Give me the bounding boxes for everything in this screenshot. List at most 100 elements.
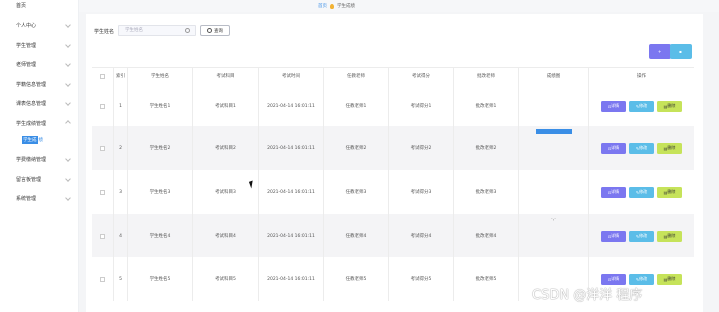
cell-name: 学生姓名4 <box>128 214 193 258</box>
cell-score: 考试得分4 <box>389 214 454 258</box>
sidebar-item-label: 学生管理 <box>16 42 37 49</box>
header-student-name: 学生姓名 <box>128 68 193 84</box>
edit-button[interactable]: ✎ 修改 <box>629 230 654 242</box>
detail-button-label: 详情 <box>611 233 620 238</box>
search-input[interactable]: 学生姓名 <box>118 25 196 36</box>
delete-button-label: 删除 <box>667 189 676 194</box>
cell-subject: 考试科目2 <box>193 126 259 170</box>
detail-button[interactable]: ⊡ 详情 <box>601 273 626 285</box>
search-icon <box>207 28 212 33</box>
cell-grader: 批改老师4 <box>454 214 519 258</box>
sidebar-item-label: 学生成绩管理 <box>16 120 47 127</box>
sidebar-subitem-tail: 绩 <box>38 137 44 143</box>
cell-subject: 考试科目3 <box>193 170 259 214</box>
edit-button-label: 修改 <box>639 145 648 150</box>
edit-button[interactable]: ✎ 修改 <box>629 186 654 198</box>
sidebar-item-grades[interactable]: 学生成绩管理 <box>0 118 78 128</box>
header-index: 索引 <box>114 68 128 84</box>
chevron-up-icon <box>65 120 71 126</box>
sidebar-item-teachers[interactable]: 老师管理 <box>0 59 78 69</box>
select-all-cell[interactable] <box>92 68 114 84</box>
cell-time: 2021-04-14 16:01:11 <box>259 170 324 214</box>
delete-button[interactable]: ▤ 删除 <box>657 273 682 285</box>
table-row: 2 学生姓名2 考试科目2 2021-04-14 16:01:11 任教老师2 考试得分2… <box>92 126 694 170</box>
detail-button[interactable]: ⊡ 详情 <box>601 100 626 112</box>
edit-button-label: 修改 <box>639 233 648 238</box>
cell-idx: 4 <box>114 214 128 258</box>
sidebar-item-personal[interactable]: 个人中心 <box>0 20 78 30</box>
row-select-cell <box>92 126 114 170</box>
grade-image-thumbnail[interactable] <box>535 129 572 134</box>
delete-button-label: 删除 <box>667 145 676 150</box>
row-checkbox[interactable] <box>100 145 105 151</box>
cell-actions: ⊡ 详情 ✎ 修改 ▤ 删除 <box>589 126 694 170</box>
select-all-checkbox[interactable] <box>100 73 105 79</box>
query-button[interactable]: 查询 <box>200 25 230 36</box>
cell-actions: ⊡ 详情 ✎ 修改 ▤ 删除 <box>589 214 694 258</box>
cell-grader: 批改老师3 <box>454 170 519 214</box>
header-grader: 批改老师 <box>454 68 519 84</box>
trash-icon: ▪ <box>679 49 682 54</box>
cell-image <box>519 84 589 128</box>
cell-time: 2021-04-14 16:01:11 <box>259 214 324 258</box>
edit-button[interactable]: ✎ 修改 <box>629 100 654 112</box>
delete-button[interactable]: ▤ 删除 <box>657 142 682 154</box>
cell-name: 学生姓名1 <box>128 84 193 128</box>
edit-button-label: 修改 <box>639 189 648 194</box>
detail-button[interactable]: ⊡ 详情 <box>601 186 626 198</box>
breadcrumb-home[interactable]: 首页 <box>318 3 327 9</box>
header-score: 考试得分 <box>389 68 454 84</box>
detail-button-label: 详情 <box>611 103 620 108</box>
detail-button[interactable]: ⊡ 详情 <box>601 142 626 154</box>
delete-button[interactable]: ▤ 删除 <box>657 186 682 198</box>
cell-score: 考试得分2 <box>389 126 454 170</box>
grade-image-thumbnail[interactable]: ·,· <box>551 216 556 222</box>
cell-time: 2021-04-14 16:01:11 <box>259 84 324 128</box>
cell-image <box>519 126 589 170</box>
edit-button[interactable]: ✎ 修改 <box>629 273 654 285</box>
sidebar-item-home[interactable]: 首页 <box>0 0 78 10</box>
row-checkbox[interactable] <box>100 189 105 195</box>
header-time: 考试时间 <box>259 68 324 84</box>
sidebar-subitem-student-grades[interactable]: 学生成绩 <box>22 135 46 144</box>
row-checkbox[interactable] <box>100 103 105 109</box>
table-row: 3 学生姓名3 考试科目3 2021-04-14 16:01:11 任教老师3 考试得分3… <box>92 170 694 214</box>
detail-button-label: 详情 <box>611 276 620 281</box>
delete-button-label: 删除 <box>667 276 676 281</box>
delete-button[interactable]: ▤ 删除 <box>657 230 682 242</box>
row-select-cell <box>92 257 114 301</box>
medal-icon <box>330 3 334 9</box>
chevron-down-icon <box>65 195 71 201</box>
sidebar-item-students[interactable]: 学生管理 <box>0 40 78 50</box>
cell-subject: 考试科目4 <box>193 214 259 258</box>
add-button[interactable]: + <box>649 44 671 59</box>
cell-actions: ⊡ 详情 ✎ 修改 ▤ 删除 <box>589 170 694 214</box>
row-checkbox[interactable] <box>100 233 105 239</box>
cell-idx: 3 <box>114 170 128 214</box>
sidebar-item-label: 系统管理 <box>16 195 37 202</box>
sidebar-item-registry[interactable]: 学籍信息管理 <box>0 79 78 89</box>
sidebar-item-system[interactable]: 系统管理 <box>0 193 78 203</box>
sidebar-item-tuition[interactable]: 学费缴纳管理 <box>0 154 78 164</box>
top-bar: 首页 学生成绩 <box>78 0 719 12</box>
sidebar-item-messages[interactable]: 留言板管理 <box>0 174 78 184</box>
sidebar-item-label: 学费缴纳管理 <box>16 156 47 163</box>
cell-score: 考试得分1 <box>389 84 454 128</box>
cell-idx: 1 <box>114 84 128 128</box>
cell-score: 考试得分3 <box>389 170 454 214</box>
search-placeholder: 学生姓名 <box>125 28 143 33</box>
cell-image <box>519 170 589 214</box>
cell-teacher: 任教老师1 <box>324 84 389 128</box>
row-checkbox[interactable] <box>100 276 105 282</box>
delete-button[interactable]: ▤ 删除 <box>657 100 682 112</box>
breadcrumb: 首页 学生成绩 <box>318 3 355 9</box>
table-header: 索引 学生姓名 考试科目 考试时间 任教老师 考试得分 批改老师 成绩图 操作 <box>92 67 694 85</box>
edit-button[interactable]: ✎ 修改 <box>629 142 654 154</box>
sidebar-item-schedule[interactable]: 课表信息管理 <box>0 98 78 108</box>
query-button-label: 查询 <box>214 28 223 34</box>
cell-subject: 考试科目1 <box>193 84 259 128</box>
detail-button[interactable]: ⊡ 详情 <box>601 230 626 242</box>
sidebar-item-label: 课表信息管理 <box>16 100 47 107</box>
batch-delete-button[interactable]: ▪ <box>670 44 692 59</box>
chevron-down-icon <box>65 42 71 48</box>
